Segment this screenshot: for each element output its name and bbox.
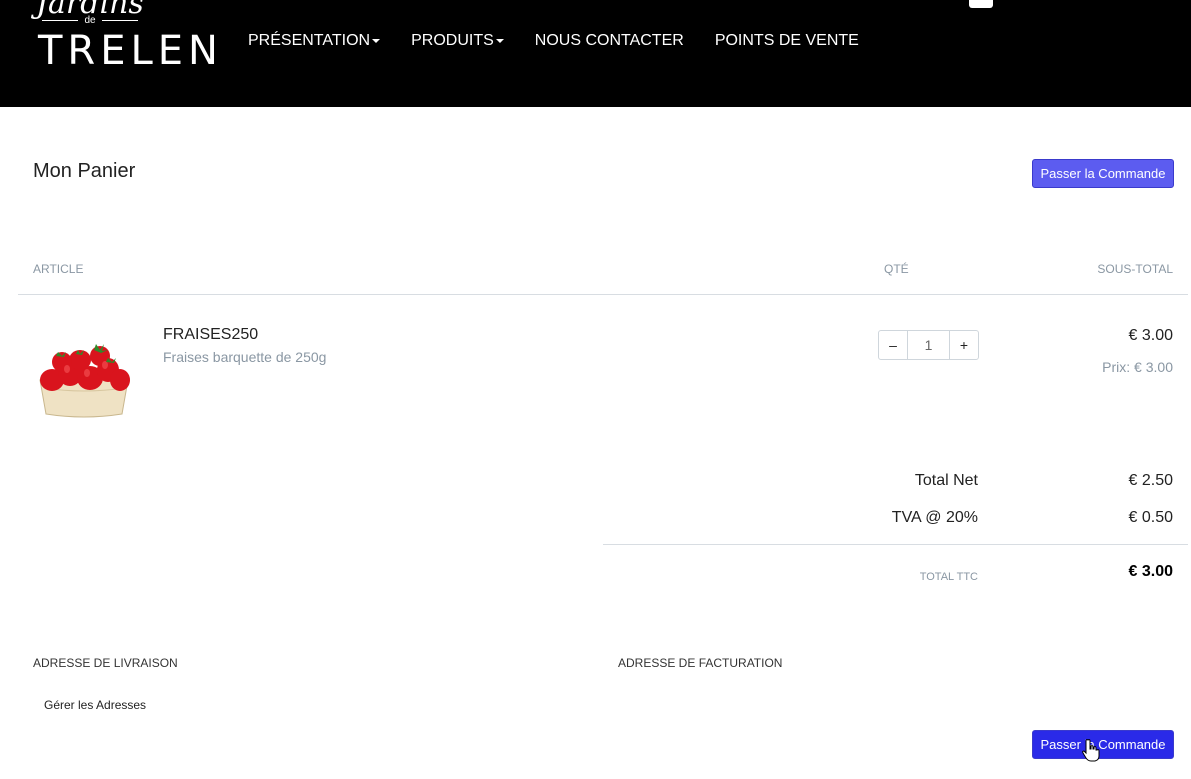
nav-label: NOUS CONTACTER <box>534 32 684 49</box>
logo-brand-text: TRELEN <box>38 28 223 74</box>
total-ttc-value: € 3.00 <box>1128 563 1173 580</box>
item-unit-price: Prix: € 3.00 <box>1102 359 1173 375</box>
billing-address-heading: ADRESSE DE FACTURATION <box>618 656 783 670</box>
manage-addresses-link[interactable]: Gérer les Adresses <box>44 698 146 712</box>
table-divider <box>18 294 1188 295</box>
total-net-label: Total Net <box>914 472 978 489</box>
nav-item-presentation[interactable]: PRÉSENTATION <box>248 32 381 50</box>
nav-item-contact[interactable]: NOUS CONTACTER <box>535 32 684 50</box>
site-header: Jardins de TRELEN PRÉSENTATION PRODUITS … <box>0 0 1191 107</box>
item-subtotal: € 3.00 <box>1128 327 1173 344</box>
caret-down-icon <box>372 38 381 43</box>
tax-label: TVA @ 20% <box>891 509 978 526</box>
quantity-stepper: – 1 + <box>878 330 979 360</box>
checkout-button-bottom[interactable]: Passer la Commande <box>1032 730 1174 759</box>
total-ttc-label: TOTAL TTC <box>919 571 978 583</box>
column-header-qty: QTÉ <box>884 262 909 276</box>
page-title: Mon Panier <box>33 160 136 182</box>
delivery-address-heading: ADRESSE DE LIVRAISON <box>33 656 178 670</box>
product-description: Fraises barquette de 250g <box>163 349 327 365</box>
column-header-article: ARTICLE <box>33 262 84 276</box>
site-logo[interactable]: Jardins de TRELEN <box>34 0 218 78</box>
cart-icon[interactable] <box>969 0 993 8</box>
main-nav: PRÉSENTATION PRODUITS NOUS CONTACTER POI… <box>248 32 890 50</box>
checkout-button-top[interactable]: Passer la Commande <box>1032 159 1174 188</box>
tax-value: € 0.50 <box>1128 509 1173 526</box>
nav-label: POINTS DE VENTE <box>714 32 859 49</box>
total-net-value: € 2.50 <box>1128 472 1173 489</box>
nav-label: PRODUITS <box>411 32 494 49</box>
quantity-input[interactable]: 1 <box>907 331 950 359</box>
logo-de-text: de <box>34 15 146 26</box>
increment-button[interactable]: + <box>950 331 978 359</box>
hand-pointer-cursor-icon <box>1082 739 1100 762</box>
nav-item-produits[interactable]: PRODUITS <box>411 32 504 50</box>
nav-label: PRÉSENTATION <box>248 32 371 49</box>
product-name[interactable]: FRAISES250 <box>163 326 258 344</box>
summary-divider <box>603 544 1188 545</box>
column-header-subtotal: SOUS-TOTAL <box>1097 262 1173 276</box>
strawberry-product-image[interactable] <box>34 336 134 420</box>
nav-item-points-de-vente[interactable]: POINTS DE VENTE <box>715 32 859 50</box>
decrement-button[interactable]: – <box>879 331 907 359</box>
caret-down-icon <box>495 38 504 43</box>
